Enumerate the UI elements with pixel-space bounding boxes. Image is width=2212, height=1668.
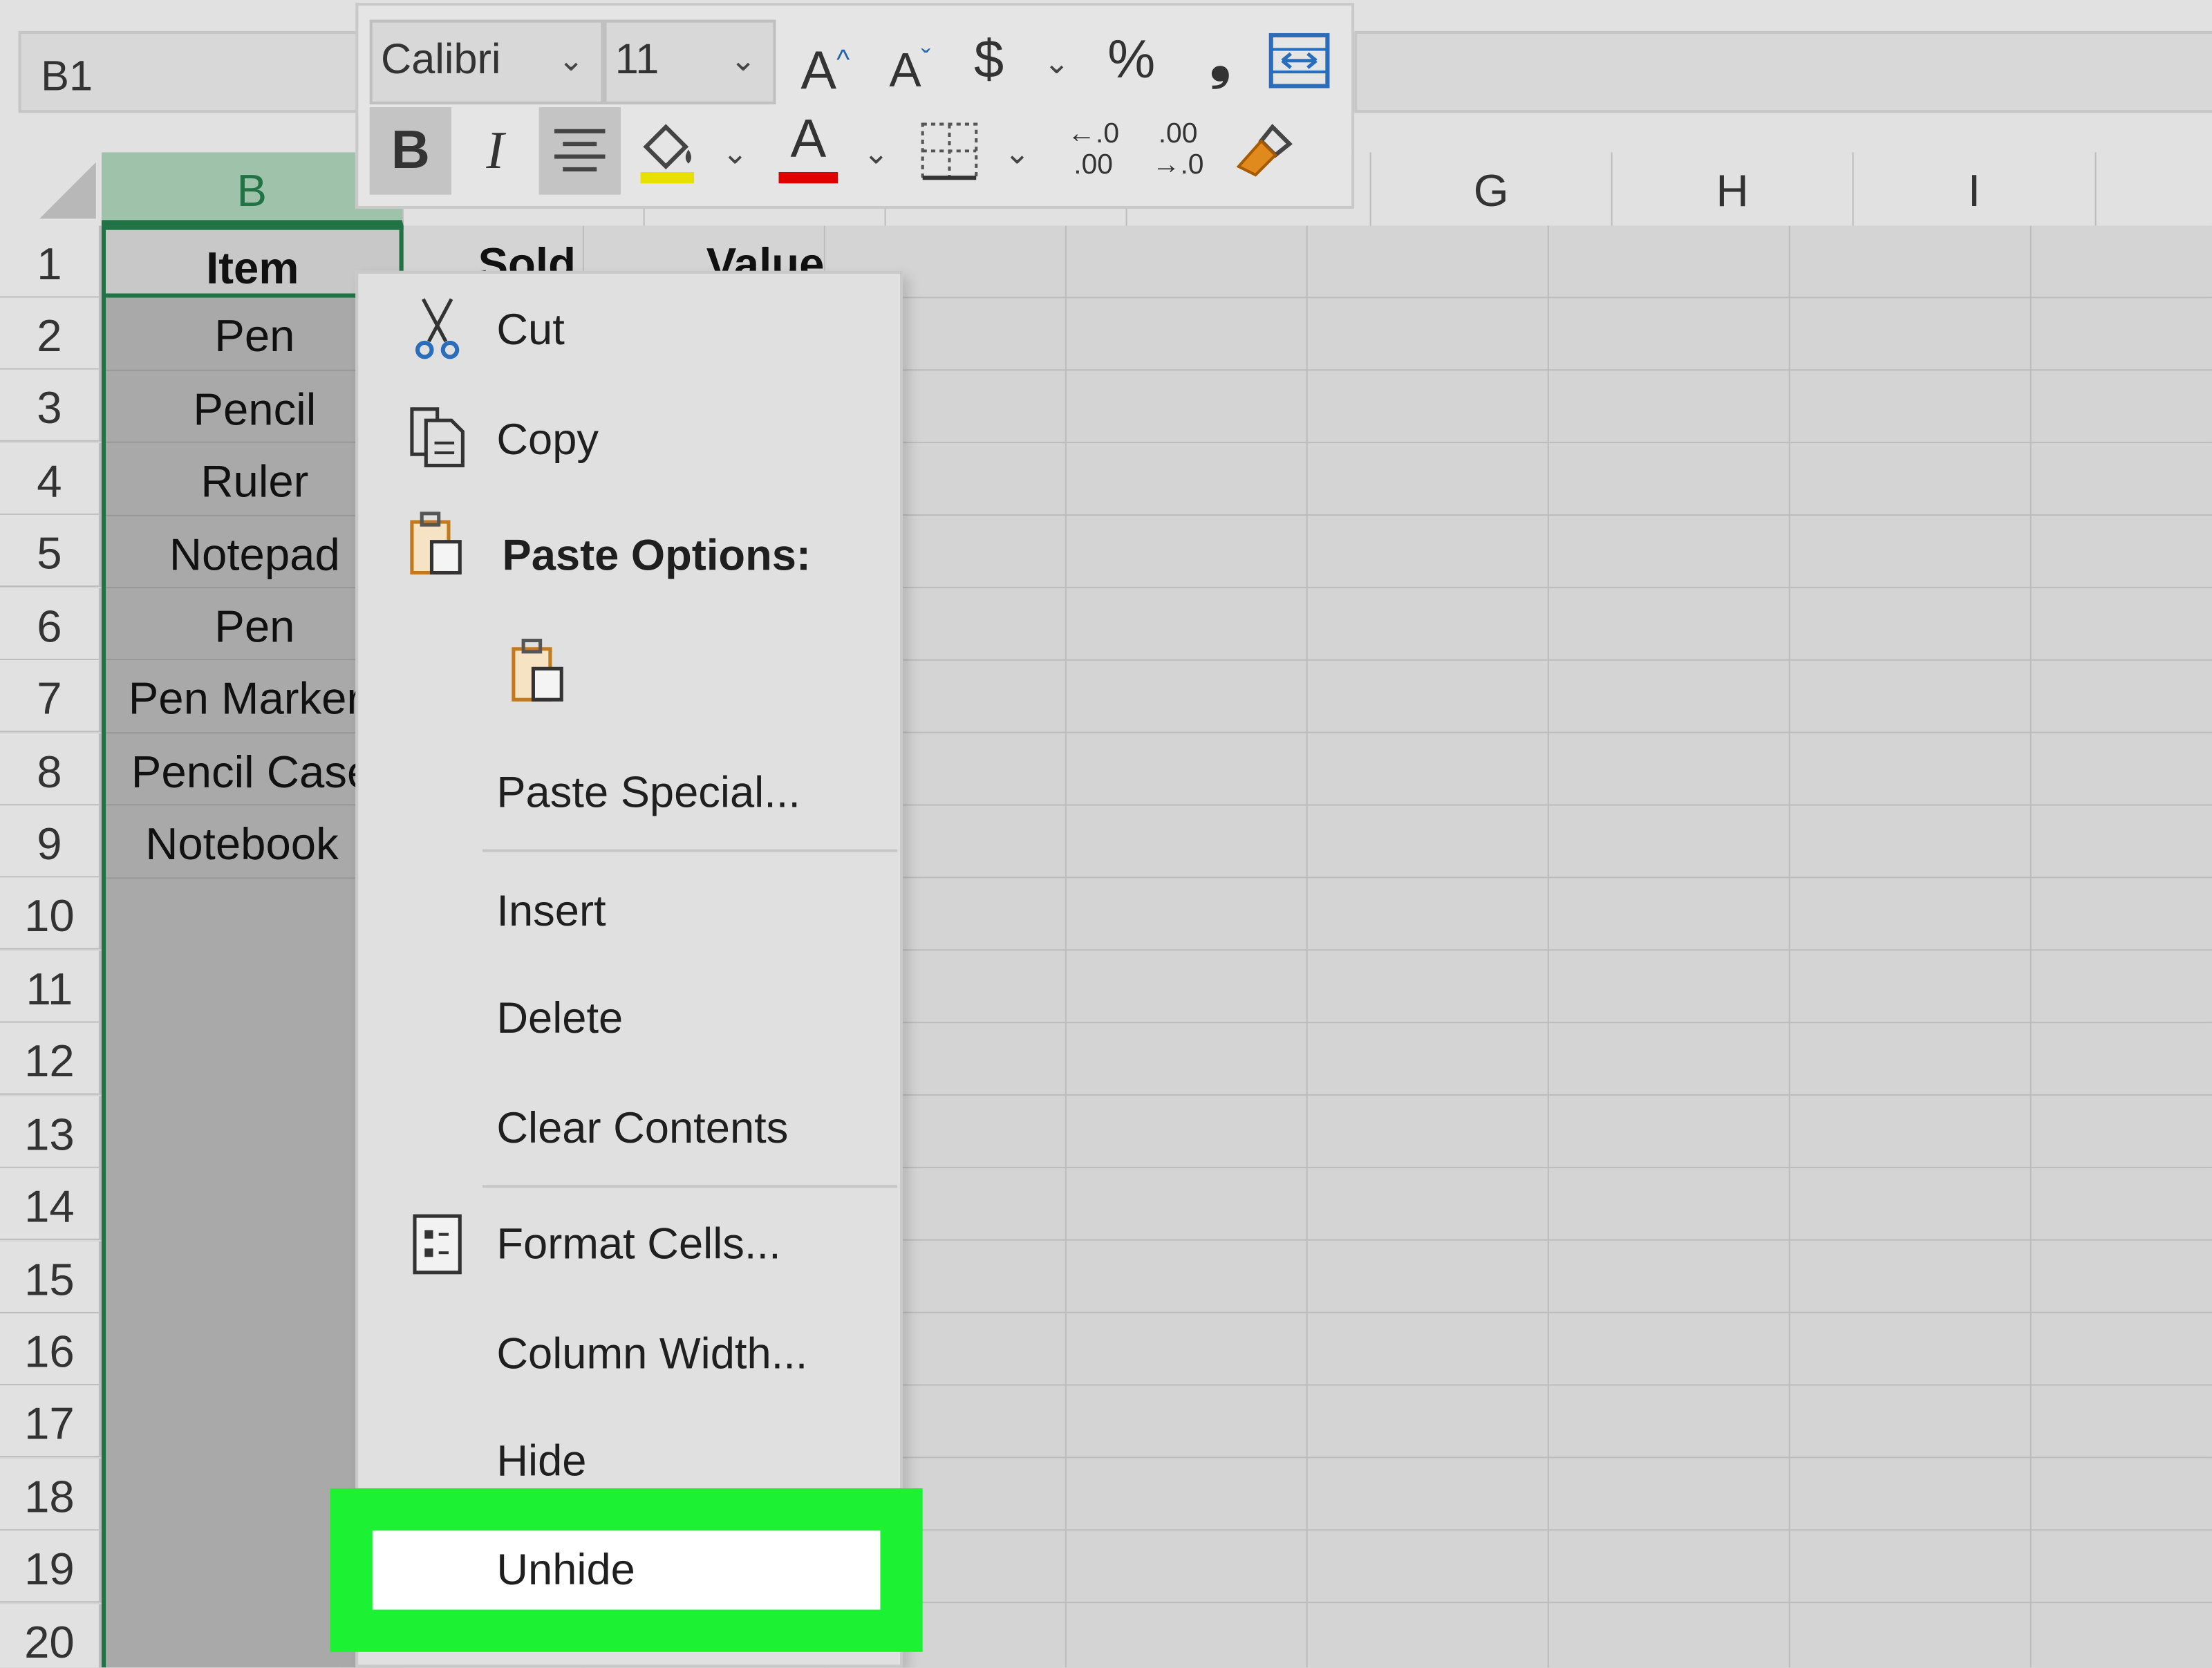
format-painter-button[interactable] [1224, 107, 1306, 195]
row-header[interactable]: 11 [0, 950, 102, 1023]
name-box[interactable]: B1 [18, 30, 371, 113]
menu-separator [482, 1185, 897, 1188]
chevron-down-icon: ⌄ [558, 42, 584, 78]
font-color-button[interactable]: A [767, 104, 849, 192]
column-header-i[interactable]: I [1854, 152, 2097, 226]
menu-item-format-cells[interactable]: Format Cells... [496, 1219, 780, 1269]
menu-item-delete[interactable]: Delete [496, 993, 623, 1044]
paintbrush-icon [1236, 124, 1293, 177]
arrow-down-icon: ˇ [921, 45, 931, 77]
grow-font-button[interactable]: A^ [785, 17, 866, 104]
row-header[interactable]: 16 [0, 1313, 102, 1386]
copy-icon [410, 407, 465, 468]
row-header[interactable]: 6 [0, 588, 102, 661]
fill-color-button[interactable] [626, 107, 708, 195]
row-header[interactable]: 19 [0, 1530, 102, 1603]
menu-item-column-width[interactable]: Column Width... [496, 1329, 807, 1379]
borders-chevron-icon[interactable]: ⌄ [1002, 135, 1033, 172]
menu-item-cut[interactable]: Cut [496, 305, 564, 355]
paste-icon [410, 512, 462, 575]
scissors-icon [415, 298, 460, 359]
font-color-swatch [778, 171, 838, 184]
wrap-text-icon [1268, 32, 1330, 88]
borders-button[interactable] [908, 107, 990, 195]
italic-button[interactable]: I [454, 107, 536, 195]
font-size-dropdown[interactable]: 11 ⌄ [603, 19, 776, 105]
mini-toolbar: Calibri ⌄ 11 ⌄ A^ Aˇ $ ⌄ % ❟ B I ⌄ A ⌄ ⌄… [355, 3, 1355, 209]
paint-bucket-icon [640, 124, 695, 184]
percent-button[interactable]: % [1086, 17, 1177, 104]
row-header[interactable]: 7 [0, 660, 102, 733]
column-header-h[interactable]: H [1613, 152, 1854, 226]
row-header[interactable]: 20 [0, 1604, 102, 1668]
currency-button[interactable]: $ [948, 17, 1029, 104]
formula-input[interactable] [1354, 30, 2212, 113]
row-header[interactable]: 9 [0, 805, 102, 878]
row-header[interactable]: 4 [0, 442, 102, 515]
row-header[interactable]: 1 [0, 225, 102, 298]
bold-button[interactable]: B [369, 107, 452, 195]
row-header[interactable]: 13 [0, 1096, 102, 1168]
row-header[interactable]: 8 [0, 733, 102, 806]
arrow-up-icon: ^ [836, 45, 850, 77]
shrink-font-button[interactable]: Aˇ [869, 17, 950, 104]
menu-item-hide[interactable]: Hide [496, 1436, 586, 1487]
decrease-decimal-button[interactable]: .00 →.0 [1137, 107, 1219, 195]
fill-color-chevron-icon[interactable]: ⌄ [720, 135, 751, 172]
menu-item-insert[interactable]: Insert [496, 886, 606, 937]
row-header[interactable]: 12 [0, 1022, 102, 1095]
chevron-down-icon: ⌄ [730, 42, 756, 78]
wrap-text-button[interactable] [1258, 17, 1340, 104]
row-header[interactable]: 14 [0, 1168, 102, 1240]
menu-separator [482, 849, 897, 852]
grow-font-icon: A [800, 41, 837, 102]
select-all-triangle-icon [39, 162, 96, 219]
menu-item-paste-special[interactable]: Paste Special... [496, 767, 800, 818]
currency-chevron-icon[interactable]: ⌄ [1041, 45, 1072, 82]
shrink-font-icon: A [889, 44, 921, 98]
font-color-chevron-icon[interactable]: ⌄ [861, 135, 892, 172]
font-size-value: 11 [615, 37, 659, 84]
align-center-icon [554, 129, 606, 171]
row-header[interactable]: 15 [0, 1241, 102, 1313]
increase-decimal-button[interactable]: ←.0 .00 [1052, 107, 1134, 195]
borders-icon [921, 122, 978, 180]
context-menu: Cut Copy Paste Options: Paste Special...… [355, 270, 903, 1668]
row-header[interactable]: 2 [0, 297, 102, 370]
column-header-j[interactable] [2097, 152, 2212, 225]
font-name-value: Calibri [381, 37, 501, 84]
row-header[interactable]: 3 [0, 369, 102, 442]
comma-style-button[interactable]: ❟ [1179, 17, 1261, 104]
menu-item-unhide-label: Unhide [496, 1544, 635, 1595]
row-header[interactable]: 5 [0, 514, 102, 587]
font-color-icon: A [790, 110, 827, 169]
format-cells-icon [413, 1214, 462, 1275]
center-align-button[interactable] [538, 107, 621, 195]
menu-item-clear-contents[interactable]: Clear Contents [496, 1103, 788, 1154]
paste-options-label: Paste Options: [502, 530, 811, 580]
menu-item-copy[interactable]: Copy [496, 415, 599, 465]
row-header[interactable]: 10 [0, 877, 102, 950]
row-header[interactable]: 18 [0, 1459, 102, 1531]
paste-icon[interactable] [508, 637, 570, 705]
excel-window: B1 B G H I 1 2 3 4 5 6 7 8 9 10 11 12 13… [0, 0, 2212, 1668]
column-header-g[interactable]: G [1371, 152, 1613, 226]
row-header[interactable]: 17 [0, 1385, 102, 1458]
font-name-dropdown[interactable]: Calibri ⌄ [369, 19, 604, 105]
